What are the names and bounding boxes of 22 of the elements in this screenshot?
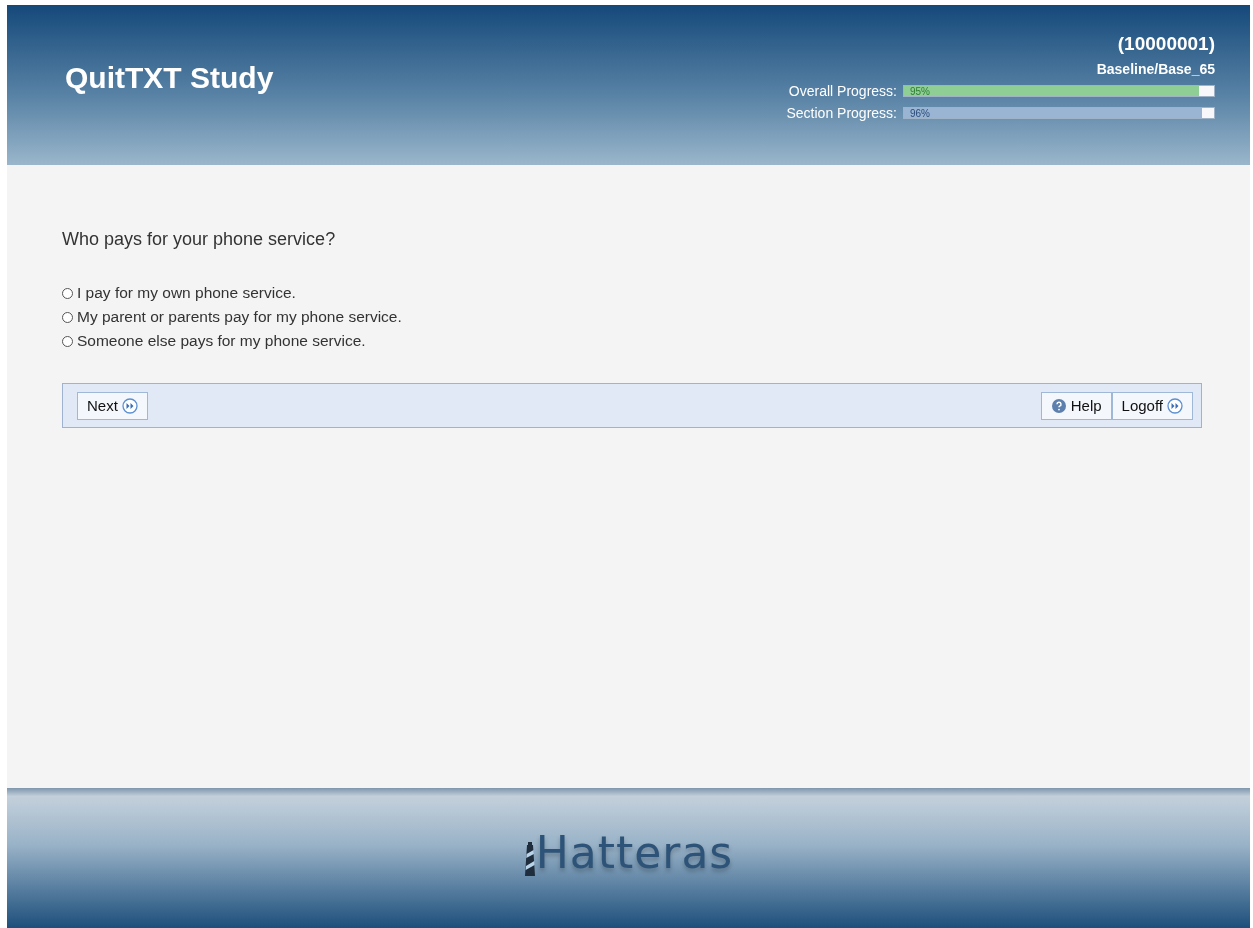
progress-reading: 95%: [910, 86, 930, 98]
radio-button[interactable]: [62, 287, 73, 299]
option-label[interactable]: Someone else pays for my phone service.: [77, 332, 366, 350]
fast-forward-icon: [121, 397, 138, 414]
progress-reading: 96%: [910, 108, 930, 120]
option-label[interactable]: I pay for my own phone service.: [77, 284, 296, 302]
nav-button[interactable]: Logoff: [1111, 391, 1193, 420]
radio-button[interactable]: [62, 311, 73, 323]
progress-label: Section Progress:: [786, 105, 897, 121]
fast-forward-icon: [1167, 397, 1183, 414]
help-button[interactable]: Help: [1040, 391, 1112, 420]
progress-label: Overall Progress:: [788, 83, 897, 99]
option-label[interactable]: My parent or parents pay for my phone service.: [77, 308, 402, 326]
radio-button[interactable]: [62, 335, 73, 347]
study-title: QuitTXT Study: [65, 61, 274, 95]
location-label: Baseline/Base_65: [1096, 61, 1215, 77]
help-icon: [1050, 397, 1067, 414]
nav-button[interactable]: Next: [77, 391, 148, 420]
lighthouse-icon: [523, 839, 536, 878]
logo-text: Hatteras: [535, 826, 734, 878]
question-text: Who pays for your phone service?: [62, 228, 337, 250]
participant-id: (10000001): [1117, 33, 1215, 55]
